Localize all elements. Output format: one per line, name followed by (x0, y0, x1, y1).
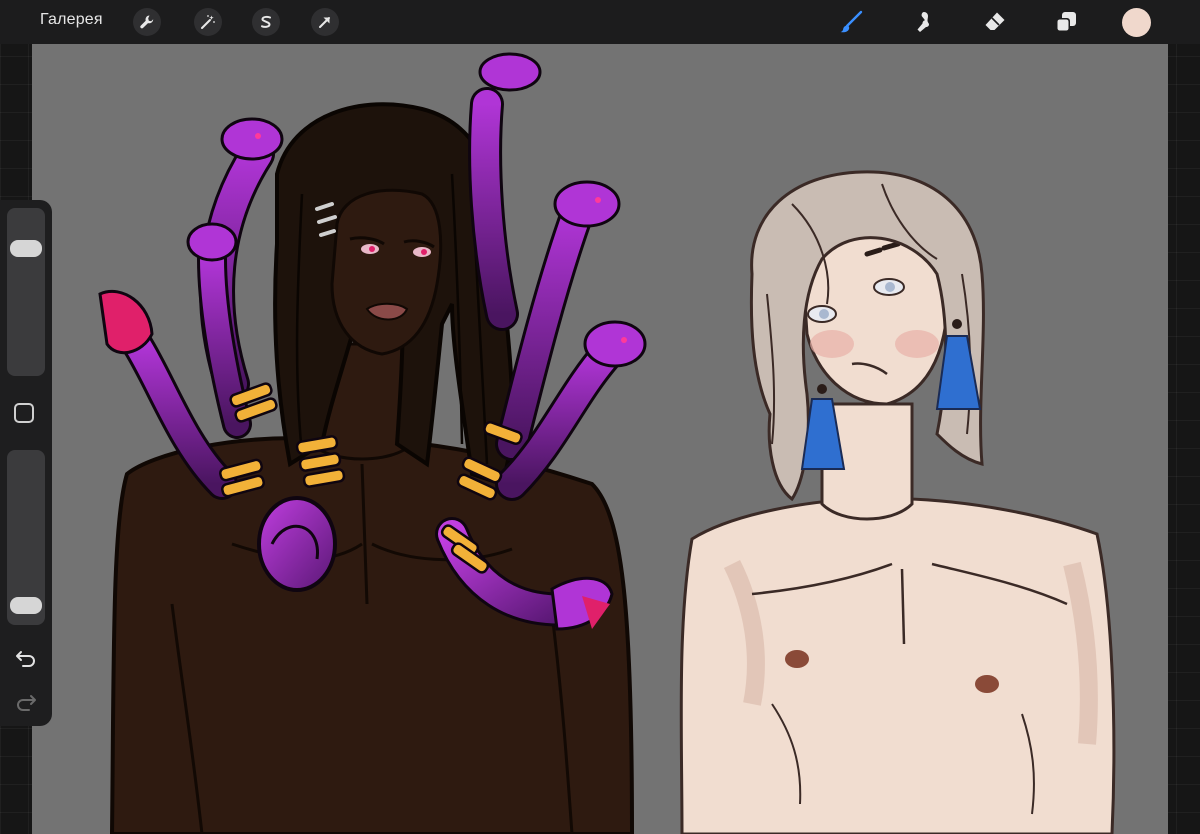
top-toolbar: Галерея (0, 0, 1200, 44)
adjustments-button[interactable] (194, 8, 222, 36)
brush-icon (840, 10, 863, 33)
drawing-canvas[interactable] (32, 44, 1168, 834)
figure-medusa (98, 52, 647, 834)
selection-s-icon (261, 15, 271, 28)
figure-pale (679, 170, 1116, 834)
smudge-icon (917, 12, 929, 32)
brush-size-thumb[interactable] (10, 240, 42, 257)
redo-button[interactable] (12, 690, 40, 714)
color-picker-swatch[interactable] (1122, 8, 1151, 37)
modify-button[interactable] (14, 403, 34, 423)
redo-icon (17, 695, 36, 711)
opacity-slider[interactable] (7, 450, 45, 625)
layers-button[interactable] (1050, 6, 1082, 38)
smudge-tool-button[interactable] (907, 6, 939, 38)
eraser-tool-button[interactable] (979, 6, 1011, 38)
gallery-button[interactable]: Галерея (40, 11, 103, 29)
transform-button[interactable] (311, 8, 339, 36)
magic-wand-icon (201, 15, 215, 29)
brush-size-slider[interactable] (7, 208, 45, 376)
wrench-icon (140, 15, 154, 29)
procreate-app: Галерея (0, 0, 1200, 834)
left-sidebar (0, 200, 52, 726)
undo-icon (16, 651, 35, 667)
artwork (98, 52, 1116, 834)
eraser-icon (985, 12, 1005, 30)
brush-tool-button[interactable] (835, 6, 867, 38)
actions-button[interactable] (133, 8, 161, 36)
transform-arrow-icon (319, 17, 330, 28)
selection-button[interactable] (252, 8, 280, 36)
opacity-thumb[interactable] (10, 597, 42, 615)
undo-button[interactable] (12, 646, 40, 670)
layers-icon (1056, 12, 1076, 32)
